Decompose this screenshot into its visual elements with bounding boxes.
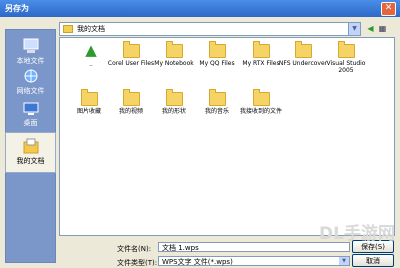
folder-icon: [294, 41, 312, 58]
filetype-label: 文件类型(T):: [117, 259, 158, 267]
folder-icon: [122, 41, 140, 58]
folder-icon: [252, 89, 270, 106]
folder-icon: [337, 41, 355, 58]
folder-icon: [80, 89, 98, 106]
watermark: DL手游网: [319, 224, 395, 244]
place-label: 桌面: [23, 119, 38, 127]
place-label: 本地文件: [16, 57, 45, 65]
look-in-dropdown[interactable]: 我的文档 ▼: [59, 22, 361, 36]
place-desktop[interactable]: 桌面: [6, 102, 55, 128]
folder-icon: [208, 89, 226, 106]
up-folder-icon: ▲: [85, 41, 97, 59]
computer-icon: [23, 38, 38, 53]
window-title: 另存为: [5, 4, 29, 13]
chevron-down-icon[interactable]: ▼: [339, 257, 349, 265]
back-icon[interactable]: ◀: [366, 24, 375, 33]
place-label: 网络文件: [16, 87, 45, 95]
place-label: 我的文档: [16, 157, 45, 165]
network-icon: [24, 69, 37, 83]
views-icon[interactable]: ▦: [378, 24, 387, 33]
list-item[interactable]: Visual Studio 2005: [320, 41, 372, 74]
folder-icon: [63, 25, 73, 33]
chevron-down-icon[interactable]: ▼: [348, 23, 360, 35]
documents-icon: [23, 138, 38, 154]
place-network-files[interactable]: 网络文件: [6, 68, 55, 96]
title-bar: 另存为 ✕: [0, 0, 400, 17]
folder-icon: [165, 89, 183, 106]
file-list: ▲ .. Corel User Files My Notebook My QQ …: [59, 37, 395, 236]
cancel-button[interactable]: 取消: [352, 254, 394, 267]
folder-icon: [122, 89, 140, 106]
place-my-documents[interactable]: 我的文档: [5, 132, 56, 173]
place-local-files[interactable]: 本地文件: [6, 38, 55, 66]
desktop-icon: [23, 102, 38, 115]
list-item[interactable]: 我接收到的文件: [235, 89, 287, 115]
close-button[interactable]: ✕: [381, 2, 396, 16]
folder-icon: [252, 41, 270, 58]
filetype-dropdown[interactable]: WPS文字 文件(*.wps) ▼: [158, 256, 350, 266]
look-in-value: 我的文档: [77, 25, 105, 33]
folder-icon: [165, 41, 183, 58]
filename-label: 文件名(N):: [117, 245, 152, 253]
folder-icon: [208, 41, 226, 58]
filetype-value: WPS文字 文件(*.wps): [162, 258, 233, 266]
places-bar: 本地文件 网络文件 桌面 我的文档: [5, 29, 56, 263]
